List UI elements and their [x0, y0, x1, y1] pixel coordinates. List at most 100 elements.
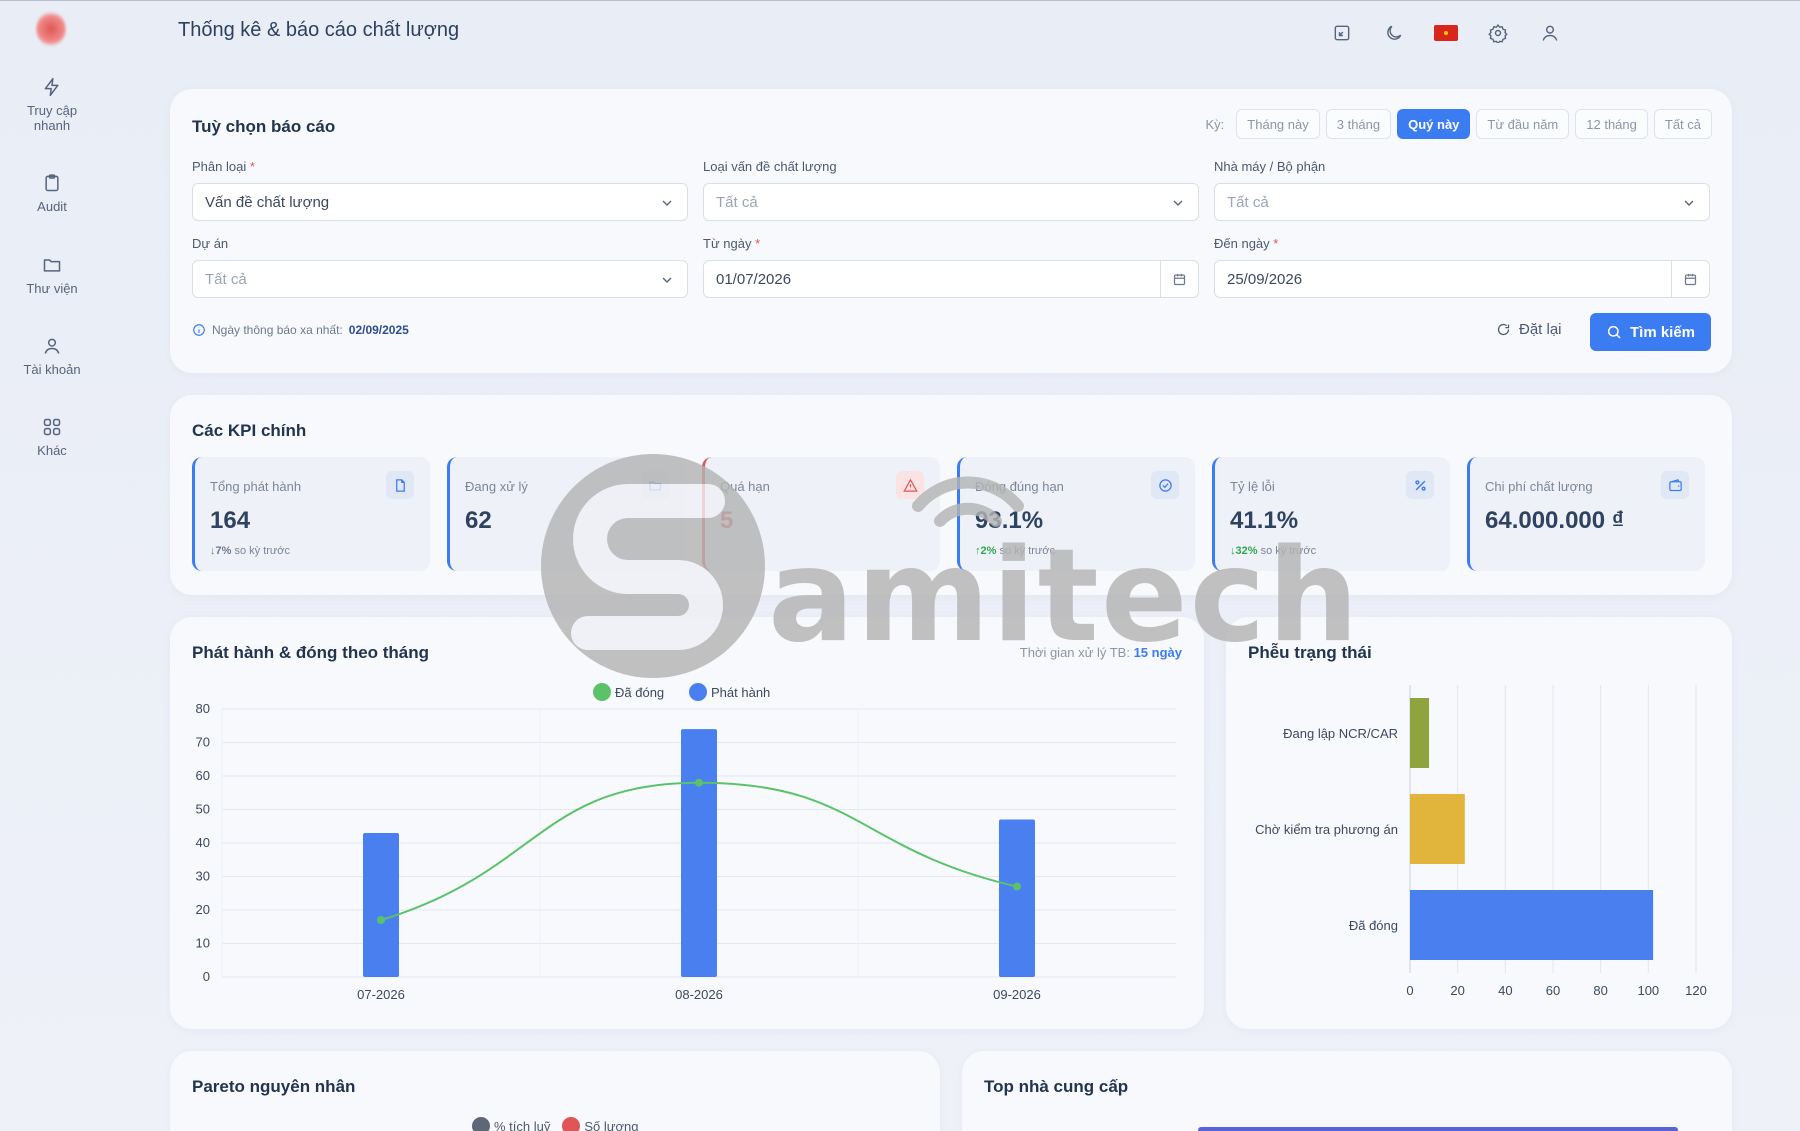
point-closed: [1013, 882, 1021, 891]
kpi-in-progress: Đang xử lý 62: [447, 457, 685, 571]
kpi-quality-cost: Chi phí chất lượng 64.000.000 ₫: [1467, 457, 1705, 571]
legend-count: Số lượng: [562, 1117, 638, 1131]
grid-icon: [43, 418, 61, 436]
note-value: 02/09/2025: [348, 323, 409, 337]
sidebar-item-account[interactable]: Tài khoản: [0, 336, 104, 377]
kpi-overdue: Quá hạn 5: [702, 457, 940, 571]
period-this-quarter[interactable]: Quý này: [1397, 109, 1471, 139]
settings-button[interactable]: [1484, 19, 1512, 47]
category-label: Phân loại *: [192, 159, 255, 174]
period-this-month[interactable]: Tháng này: [1236, 109, 1320, 139]
sidebar-item-audit[interactable]: Audit: [0, 173, 104, 214]
y-tick-label: 20: [196, 902, 210, 917]
point-closed: [377, 916, 385, 925]
wallet-icon: [1661, 471, 1689, 499]
kpi-value: 62: [465, 507, 492, 534]
to-date-calendar-button[interactable]: [1671, 261, 1709, 297]
kpi-trend: ↑2% so kỳ trước: [975, 545, 1055, 557]
farthest-notice-note: Ngày thông báo xa nhất: 02/09/2025: [192, 323, 409, 337]
kpi-label: Đang xử lý: [465, 479, 528, 494]
sidebar-item-quick-access[interactable]: Truy cập nhanh: [0, 77, 104, 133]
funnel-bar: [1410, 890, 1654, 960]
to-date-input[interactable]: 25/09/2026: [1214, 260, 1710, 298]
kpi-label: Đóng đúng hạn: [975, 479, 1064, 494]
project-placeholder: Tất cả: [205, 270, 247, 288]
x-tick-label: 07-2026: [357, 987, 405, 1002]
legend-issued-marker: [689, 683, 707, 701]
vietnam-flag-icon: [1434, 25, 1458, 41]
calendar-icon: [1684, 273, 1697, 285]
chevron-down-icon: [1684, 200, 1694, 206]
from-date-value: 01/07/2026: [716, 270, 792, 288]
to-date-value: 25/09/2026: [1227, 270, 1303, 288]
period-3-months[interactable]: 3 tháng: [1325, 109, 1392, 139]
sidebar-item-library[interactable]: Thư viện: [0, 255, 104, 296]
kpi-value: 41.1%: [1230, 507, 1299, 534]
x-tick-label: 09-2026: [993, 987, 1041, 1002]
card-title: Tuỳ chọn báo cáo: [192, 117, 336, 136]
y-tick-label: 70: [196, 735, 210, 750]
kpi-label: Tỷ lệ lỗi: [1230, 479, 1275, 494]
project-label: Dự án: [192, 236, 229, 251]
kpi-label: Tổng phát hành: [210, 479, 302, 494]
x-tick-label: 60: [1546, 983, 1560, 998]
x-tick-label: 0: [1406, 983, 1413, 998]
period-year-to-date[interactable]: Từ đầu năm: [1476, 109, 1570, 139]
y-tick-label: Đã đóng: [1349, 918, 1398, 933]
calendar-icon: [1173, 273, 1186, 285]
kpi-card: Các KPI chính Tổng phát hành 164 ↓7% so …: [170, 395, 1732, 595]
user-icon: [1542, 25, 1558, 41]
x-tick-label: 80: [1593, 983, 1607, 998]
language-switch[interactable]: [1432, 19, 1460, 47]
x-tick-label: 20: [1450, 983, 1464, 998]
from-date-label: Từ ngày *: [703, 236, 761, 251]
kpi-trend: ↓7% so kỳ trước: [210, 545, 290, 557]
sidebar-item-other[interactable]: Khác: [0, 417, 104, 458]
issue-type-select[interactable]: Tất cả: [703, 183, 1199, 221]
folder-icon: [43, 259, 61, 272]
reset-button[interactable]: Đặt lại: [1496, 321, 1562, 338]
from-date-input[interactable]: 01/07/2026: [703, 260, 1199, 298]
app-logo[interactable]: [36, 11, 66, 47]
y-tick-label: 40: [196, 835, 210, 850]
info-icon: [193, 324, 205, 336]
lightning-icon: [44, 77, 59, 97]
sidebar-item-label: Audit: [37, 199, 67, 214]
fullscreen-button[interactable]: [1328, 19, 1356, 47]
y-tick-label: Đang lập NCR/CAR: [1283, 726, 1398, 741]
refresh-icon: [1497, 323, 1510, 336]
legend-closed-label: Đã đóng: [615, 685, 664, 700]
y-tick-label: 60: [196, 768, 210, 783]
search-button[interactable]: Tìm kiếm: [1590, 313, 1712, 351]
y-tick-label: 30: [196, 869, 210, 884]
category-value: Vấn đề chất lượng: [205, 193, 330, 211]
warning-icon: [896, 471, 924, 499]
monthly-bar-line-chart: 0 10 20 30 40 50 60 70 80 07-2026 08-2026 09-2026 Đã…: [196, 683, 1176, 1002]
plant-select[interactable]: Tất cả: [1214, 183, 1710, 221]
kpi-value: 64.000.000 ₫: [1485, 507, 1625, 534]
kpi-label: Chi phí chất lượng: [1485, 479, 1593, 494]
issue-type-placeholder: Tất cả: [716, 193, 758, 211]
top-suppliers-card: Top nhà cung cấp: [962, 1051, 1732, 1131]
sidebar: Truy cập nhanh Audit Thư viện Tài khoản …: [0, 1, 104, 1131]
legend-issued-label: Phát hành: [711, 685, 770, 700]
document-icon: [386, 471, 414, 499]
sidebar-item-label: Tài khoản: [23, 362, 81, 377]
profile-button[interactable]: [1536, 19, 1564, 47]
kpi-label: Quá hạn: [720, 479, 770, 494]
period-all[interactable]: Tất cả: [1653, 109, 1712, 139]
y-tick-label: 80: [196, 701, 210, 716]
period-12-months[interactable]: 12 tháng: [1575, 109, 1648, 139]
from-date-calendar-button[interactable]: [1160, 261, 1198, 297]
y-tick-label: Chờ kiểm tra phương án: [1255, 822, 1398, 837]
dark-mode-toggle[interactable]: [1380, 19, 1408, 47]
to-date-label: Đến ngày *: [1214, 236, 1279, 251]
kpi-value: 93.1%: [975, 507, 1044, 534]
fullscreen-icon: [1334, 25, 1350, 41]
category-select[interactable]: Vấn đề chất lượng: [192, 183, 688, 221]
kpi-total-issued: Tổng phát hành 164 ↓7% so kỳ trước: [192, 457, 430, 571]
kpi-closed-on-time: Đóng đúng hạn 93.1% ↑2% so kỳ trước: [957, 457, 1195, 571]
project-select[interactable]: Tất cả: [192, 260, 688, 298]
card-title: Các KPI chính: [192, 421, 307, 440]
kpi-trend: ↓32% so kỳ trước: [1230, 545, 1317, 557]
